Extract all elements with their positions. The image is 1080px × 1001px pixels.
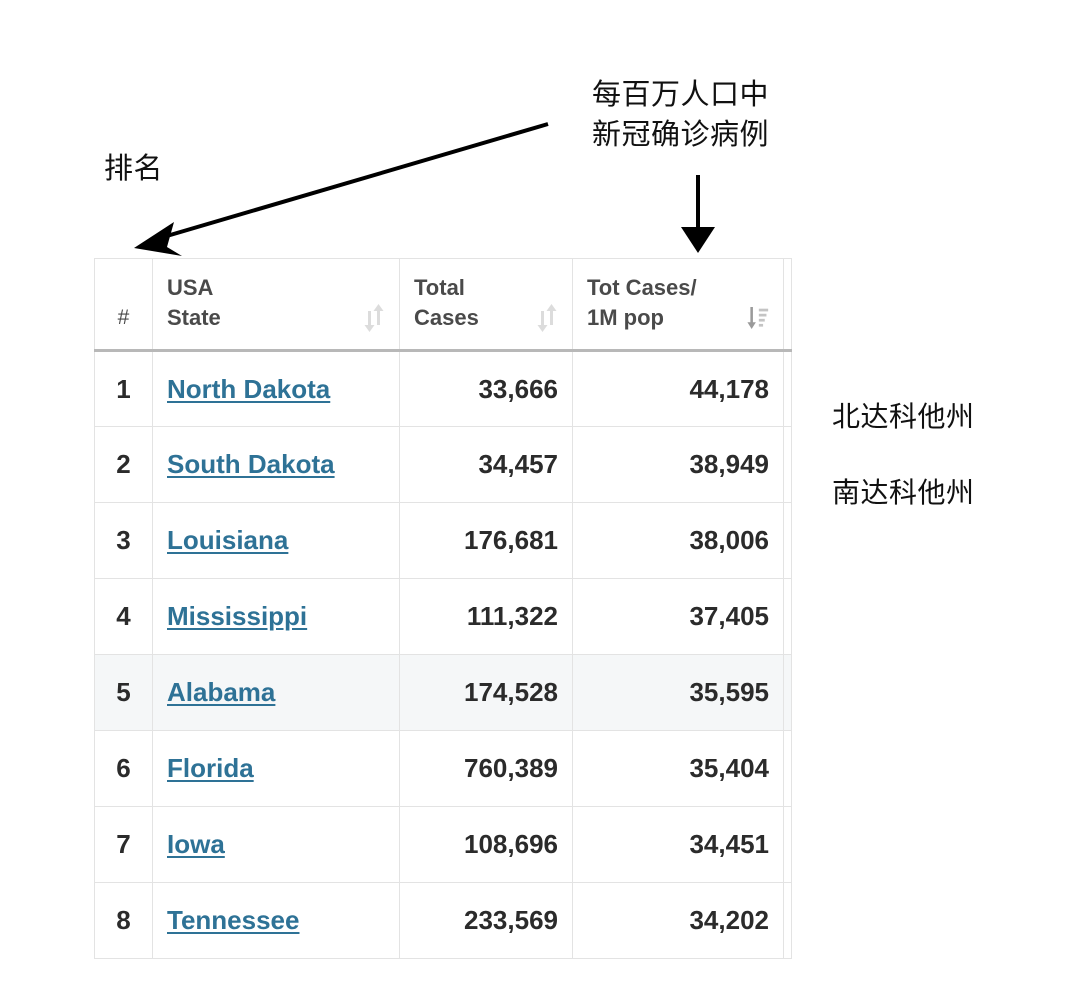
- cell-total-cases: 176,681: [399, 502, 573, 579]
- cell-total-cases: 174,528: [399, 654, 573, 731]
- table-row[interactable]: 6 Florida 760,389 35,404: [94, 730, 792, 807]
- cell-overflow: [783, 806, 792, 883]
- table-row[interactable]: 5 Alabama 174,528 35,595: [94, 654, 792, 731]
- annotation-cases-per-million-label: 每百万人口中 新冠确诊病例: [592, 77, 770, 151]
- cell-overflow: [783, 654, 792, 731]
- column-header-total-cases[interactable]: Total Cases: [399, 258, 573, 352]
- cell-overflow: [783, 882, 792, 959]
- table-row[interactable]: 4 Mississippi 111,322 37,405: [94, 578, 792, 655]
- cell-cases-per-1m: 38,006: [572, 502, 784, 579]
- cell-total-cases: 33,666: [399, 350, 573, 427]
- cell-rank: 3: [94, 502, 153, 579]
- cell-state: Alabama: [152, 654, 400, 731]
- cell-overflow: [783, 730, 792, 807]
- sort-both-icon-total-cases[interactable]: [536, 303, 558, 333]
- annotation-south-dakota-chinese: 南达科他州: [832, 476, 975, 509]
- cell-state: Louisiana: [152, 502, 400, 579]
- cell-rank: 2: [94, 426, 153, 503]
- cell-cases-per-1m: 38,949: [572, 426, 784, 503]
- column-header-total-cases-label: Total Cases: [414, 275, 479, 330]
- cell-total-cases: 111,322: [399, 578, 573, 655]
- covid-stats-table: # USA State Total Cases Tot Cases/ 1M po…: [94, 258, 792, 959]
- cell-cases-per-1m: 37,405: [572, 578, 784, 655]
- cell-state: Florida: [152, 730, 400, 807]
- cell-rank: 5: [94, 654, 153, 731]
- state-link[interactable]: Florida: [167, 753, 254, 783]
- cell-overflow: [783, 350, 792, 427]
- column-header-tot-cases-per-1m-pop-label: Tot Cases/ 1M pop: [587, 275, 697, 330]
- column-header-overflow: [783, 258, 792, 352]
- column-header-rank[interactable]: #: [94, 258, 153, 352]
- cell-cases-per-1m: 35,404: [572, 730, 784, 807]
- cell-state: North Dakota: [152, 350, 400, 427]
- annotation-north-dakota-chinese: 北达科他州: [832, 400, 975, 433]
- cell-cases-per-1m: 44,178: [572, 350, 784, 427]
- table-row[interactable]: 1 North Dakota 33,666 44,178: [94, 350, 792, 427]
- column-header-usa-state[interactable]: USA State: [152, 258, 400, 352]
- state-link[interactable]: South Dakota: [167, 449, 335, 479]
- state-link[interactable]: North Dakota: [167, 374, 330, 404]
- table-row[interactable]: 2 South Dakota 34,457 38,949: [94, 426, 792, 503]
- cell-total-cases: 34,457: [399, 426, 573, 503]
- column-header-tot-cases-per-1m-pop[interactable]: Tot Cases/ 1M pop: [572, 258, 784, 352]
- column-header-usa-state-label: USA State: [167, 275, 221, 330]
- cell-rank: 4: [94, 578, 153, 655]
- table-body: 1 North Dakota 33,666 44,178 2 South Dak…: [94, 350, 792, 959]
- cell-cases-per-1m: 35,595: [572, 654, 784, 731]
- table-row[interactable]: 3 Louisiana 176,681 38,006: [94, 502, 792, 579]
- state-link[interactable]: Iowa: [167, 829, 225, 859]
- covid-stats-table-container: # USA State Total Cases Tot Cases/ 1M po…: [94, 258, 794, 972]
- state-link[interactable]: Louisiana: [167, 525, 288, 555]
- sort-descending-active-icon[interactable]: [747, 303, 769, 333]
- cell-cases-per-1m: 34,451: [572, 806, 784, 883]
- state-link[interactable]: Mississippi: [167, 601, 307, 631]
- cell-rank: 6: [94, 730, 153, 807]
- state-link[interactable]: Tennessee: [167, 905, 299, 935]
- table-row[interactable]: 8 Tennessee 233,569 34,202: [94, 882, 792, 959]
- table-header: # USA State Total Cases Tot Cases/ 1M po…: [94, 258, 792, 352]
- annotation-arrow-to-per-million-column: [681, 175, 715, 253]
- table-row[interactable]: 7 Iowa 108,696 34,451: [94, 806, 792, 883]
- cell-state: Tennessee: [152, 882, 400, 959]
- cell-total-cases: 108,696: [399, 806, 573, 883]
- cell-overflow: [783, 426, 792, 503]
- annotation-arrow-to-rank-column: [134, 122, 549, 256]
- cell-total-cases: 233,569: [399, 882, 573, 959]
- cell-state: Mississippi: [152, 578, 400, 655]
- cell-rank: 1: [94, 350, 153, 427]
- cell-overflow: [783, 502, 792, 579]
- cell-rank: 7: [94, 806, 153, 883]
- cell-rank: 8: [94, 882, 153, 959]
- annotation-rank-label: 排名: [104, 151, 164, 185]
- column-header-rank-label: #: [117, 306, 130, 329]
- cell-state: South Dakota: [152, 426, 400, 503]
- cell-overflow: [783, 578, 792, 655]
- table-header-row: # USA State Total Cases Tot Cases/ 1M po…: [94, 258, 792, 352]
- state-link[interactable]: Alabama: [167, 677, 275, 707]
- screenshot-root: 排名 每百万人口中 新冠确诊病例 北达科他州 南达科他州 # USA State…: [0, 0, 1080, 1001]
- cell-state: Iowa: [152, 806, 400, 883]
- sort-both-icon-state[interactable]: [363, 303, 385, 333]
- cell-total-cases: 760,389: [399, 730, 573, 807]
- cell-cases-per-1m: 34,202: [572, 882, 784, 959]
